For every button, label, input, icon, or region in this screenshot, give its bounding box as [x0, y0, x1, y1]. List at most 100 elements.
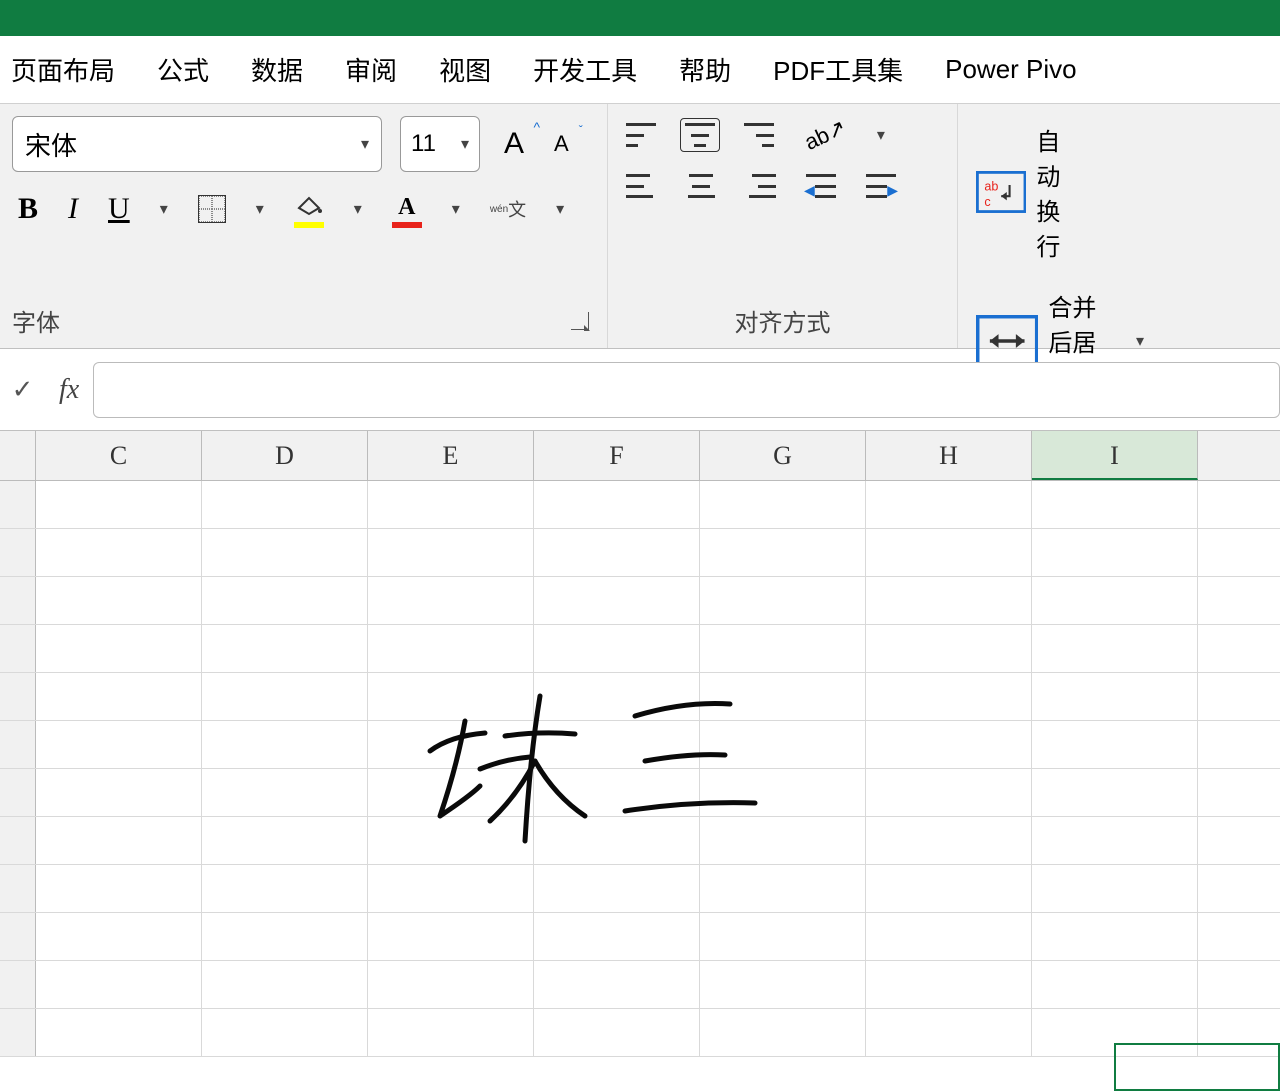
font-color-dropdown[interactable]: ▾: [446, 193, 466, 225]
orientation-button[interactable]: ab↗: [798, 116, 853, 154]
svg-text:ab: ab: [984, 180, 998, 194]
decrease-indent-button[interactable]: ◀: [800, 168, 842, 204]
tab-power-pivot[interactable]: Power Pivo: [939, 50, 1083, 89]
align-center-button[interactable]: [680, 168, 722, 204]
tab-developer[interactable]: 开发工具: [527, 47, 643, 92]
window-titlebar: [0, 0, 1280, 36]
align-right-icon: [746, 174, 776, 198]
fill-color-dropdown[interactable]: ▾: [348, 193, 368, 225]
group-font: 宋体 ▾ 11 ▾ A^ Aˇ B I U ▾ ▾: [0, 104, 608, 348]
tab-view[interactable]: 视图: [433, 47, 497, 92]
borders-dropdown[interactable]: ▾: [250, 193, 270, 225]
column-headers: C D E F G H I: [0, 431, 1280, 481]
merge-center-dropdown[interactable]: ▾: [1130, 325, 1150, 357]
row-header[interactable]: [0, 913, 36, 960]
tab-help[interactable]: 帮助: [673, 47, 737, 92]
table-row[interactable]: [0, 961, 1280, 1009]
col-header-F[interactable]: F: [534, 431, 700, 480]
increase-font-size-button[interactable]: A^: [498, 121, 530, 167]
row-header[interactable]: [0, 673, 36, 720]
fill-color-button[interactable]: [288, 188, 330, 230]
table-row[interactable]: [0, 913, 1280, 961]
underline-button[interactable]: U: [102, 186, 136, 232]
row-header[interactable]: [0, 1009, 36, 1056]
table-row[interactable]: [0, 817, 1280, 865]
row-header[interactable]: [0, 529, 36, 576]
underline-dropdown[interactable]: ▾: [154, 193, 174, 225]
borders-button[interactable]: [192, 189, 232, 229]
formula-bar: ✓ fx: [0, 349, 1280, 431]
table-row[interactable]: [0, 625, 1280, 673]
group-alignment-label: 对齐方式: [735, 303, 831, 338]
row-header[interactable]: [0, 769, 36, 816]
table-row[interactable]: [0, 577, 1280, 625]
wrap-text-button[interactable]: abc 自动换行: [970, 116, 1088, 268]
grid[interactable]: 张三: [0, 481, 1280, 1071]
chevron-down-icon: ▾: [461, 134, 469, 154]
italic-button[interactable]: I: [62, 186, 84, 232]
table-row[interactable]: [0, 529, 1280, 577]
align-top-button[interactable]: [620, 117, 662, 153]
bold-button[interactable]: B: [12, 186, 44, 232]
align-left-button[interactable]: [620, 168, 662, 204]
group-alignment: ab↗ ▾ ◀ ▶ 对齐方式: [608, 104, 958, 348]
select-all-corner[interactable]: [0, 431, 36, 480]
col-header-D[interactable]: D: [202, 431, 368, 480]
font-size-value: 11: [411, 130, 436, 158]
font-size-select[interactable]: 11 ▾: [400, 116, 480, 172]
table-row[interactable]: [0, 1009, 1280, 1057]
orientation-dropdown[interactable]: ▾: [871, 119, 891, 151]
align-middle-icon: [685, 123, 715, 147]
table-row[interactable]: [0, 673, 1280, 721]
table-row[interactable]: [0, 721, 1280, 769]
row-header[interactable]: [0, 817, 36, 864]
increase-indent-button[interactable]: ▶: [860, 168, 902, 204]
row-header[interactable]: [0, 721, 36, 768]
row-header[interactable]: [0, 625, 36, 672]
col-header-C[interactable]: C: [36, 431, 202, 480]
font-color-button[interactable]: A: [386, 188, 428, 230]
tab-page-layout[interactable]: 页面布局: [5, 47, 121, 92]
tab-data[interactable]: 数据: [245, 47, 309, 92]
col-header-I[interactable]: I: [1032, 431, 1198, 480]
table-row[interactable]: [0, 769, 1280, 817]
orientation-icon: ab↗: [801, 114, 851, 156]
tab-pdf-tools[interactable]: PDF工具集: [767, 47, 909, 92]
decrease-font-size-button[interactable]: Aˇ: [548, 125, 575, 163]
align-left-icon: [626, 174, 656, 198]
formula-confirm-button[interactable]: ✓: [0, 368, 45, 411]
ribbon: 宋体 ▾ 11 ▾ A^ Aˇ B I U ▾ ▾: [0, 104, 1280, 349]
col-header-H[interactable]: H: [866, 431, 1032, 480]
align-right-button[interactable]: [740, 168, 782, 204]
align-center-icon: [686, 174, 716, 198]
font-dialog-launcher[interactable]: [565, 306, 595, 336]
phonetic-dropdown[interactable]: ▾: [550, 193, 570, 225]
tab-review[interactable]: 审阅: [339, 47, 403, 92]
phonetic-top: wén: [490, 204, 508, 215]
align-bottom-icon: [744, 123, 774, 147]
group-wrap-merge: abc 自动换行 合并后居中 ▾: [958, 104, 1280, 348]
merge-center-icon: [976, 315, 1038, 367]
align-top-icon: [626, 123, 656, 147]
col-header-G[interactable]: G: [700, 431, 866, 480]
row-header[interactable]: [0, 577, 36, 624]
align-bottom-button[interactable]: [738, 117, 780, 153]
fx-label[interactable]: fx: [45, 374, 93, 406]
fill-color-icon: [294, 194, 324, 224]
row-header[interactable]: [0, 481, 36, 528]
align-middle-button[interactable]: [680, 118, 720, 152]
font-name-select[interactable]: 宋体 ▾: [12, 116, 382, 172]
formula-input[interactable]: [93, 362, 1280, 418]
phonetic-guide-button[interactable]: wén 文: [484, 190, 532, 228]
row-header[interactable]: [0, 865, 36, 912]
decrease-indent-icon: ◀: [806, 174, 836, 198]
col-header-E[interactable]: E: [368, 431, 534, 480]
wrap-text-label: 自动换行: [1036, 122, 1082, 262]
row-header[interactable]: [0, 961, 36, 1008]
tab-formulas[interactable]: 公式: [151, 47, 215, 92]
ribbon-tabs: 页面布局 公式 数据 审阅 视图 开发工具 帮助 PDF工具集 Power Pi…: [0, 36, 1280, 104]
wrap-text-icon: abc: [976, 171, 1026, 213]
table-row[interactable]: [0, 481, 1280, 529]
table-row[interactable]: [0, 865, 1280, 913]
launcher-icon: [571, 312, 589, 330]
